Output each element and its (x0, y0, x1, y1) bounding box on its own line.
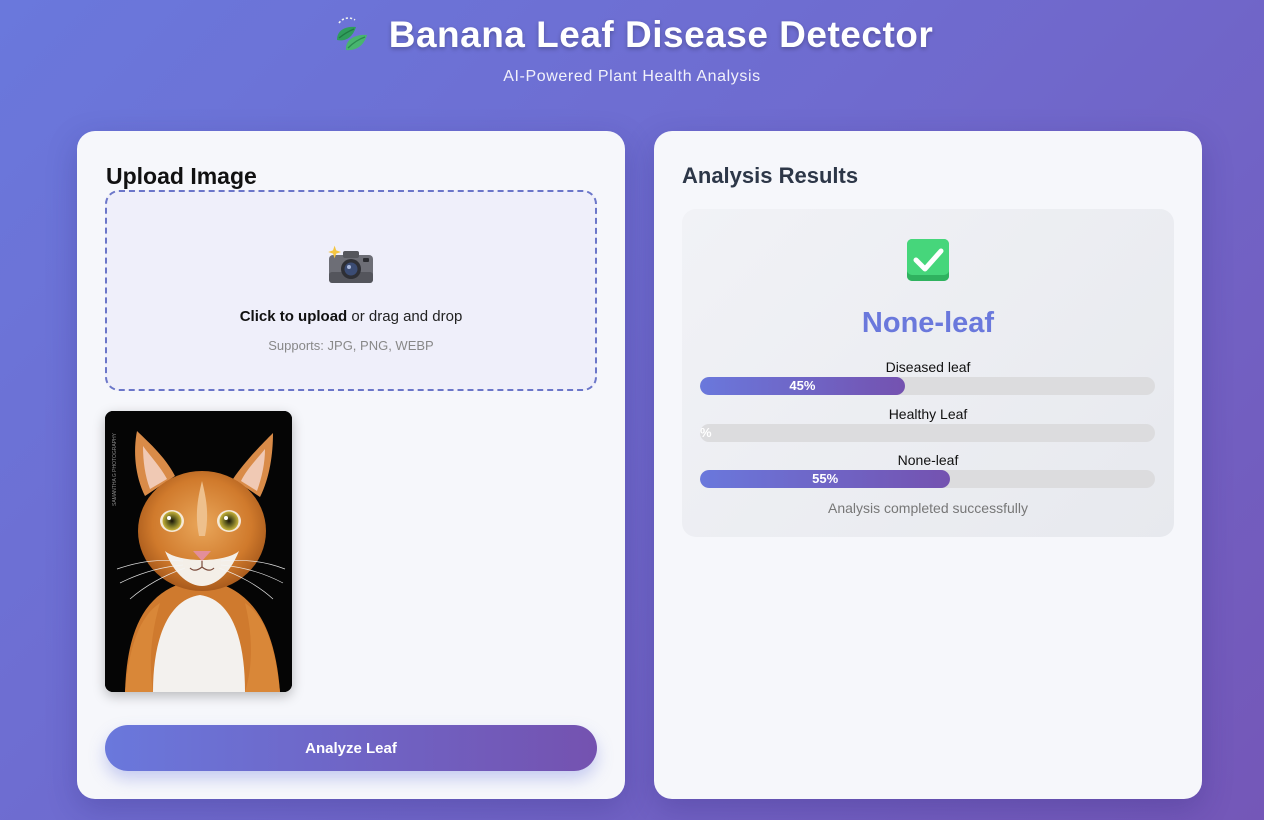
app-title: Banana Leaf Disease Detector (388, 14, 934, 55)
class-label-healthy: Healthy Leaf (888, 406, 968, 422)
progress-percent-none-leaf: 55% (812, 471, 839, 486)
upload-dropzone[interactable]: Click to upload or drag and drop Support… (105, 190, 597, 391)
results-card: Analysis Results None-leaf Diseased leaf… (654, 131, 1202, 799)
upload-card: Upload Image Click to upload or drag and… (77, 131, 625, 799)
title-row: Banana Leaf Disease Detector (0, 14, 1264, 56)
upload-section-title: Upload Image (106, 163, 257, 189)
progress-percent-diseased: 45% (789, 378, 816, 393)
progress-bar-healthy: % (700, 424, 1155, 442)
cat-photo: SAMANTHA G PHOTOGRAPHY (105, 411, 292, 692)
progress-percent-healthy: % (700, 425, 712, 440)
check-icon (907, 239, 949, 281)
progress-bar-diseased: 45% (700, 377, 1155, 395)
image-preview: SAMANTHA G PHOTOGRAPHY (105, 411, 292, 692)
leaf-icon (336, 17, 367, 51)
supported-formats: Supports: JPG, PNG, WEBP (268, 338, 434, 353)
analysis-status: Analysis completed successfully (828, 500, 1028, 516)
progress-bar-none-leaf: 55% (700, 470, 1155, 488)
svg-text:SAMANTHA G PHOTOGRAPHY: SAMANTHA G PHOTOGRAPHY (112, 432, 118, 506)
class-label-none-leaf: None-leaf (897, 452, 959, 468)
page-header: Banana Leaf Disease Detector AI-Powered … (0, 14, 1264, 86)
class-label-diseased: Diseased leaf (885, 359, 971, 375)
upload-instructions: Click to upload or drag and drop (107, 308, 595, 325)
results-section-title: Analysis Results (682, 163, 859, 188)
camera-icon (328, 245, 373, 283)
app-subtitle: AI-Powered Plant Health Analysis (503, 68, 761, 85)
analyze-leaf-button[interactable]: Analyze Leaf (105, 725, 597, 771)
click-to-upload-link[interactable]: Click to upload (240, 308, 348, 325)
result-panel: None-leaf Diseased leaf 45% Healthy Leaf… (682, 209, 1174, 537)
drag-drop-text: or drag and drop (347, 308, 463, 325)
prediction-label: None-leaf (861, 307, 995, 339)
